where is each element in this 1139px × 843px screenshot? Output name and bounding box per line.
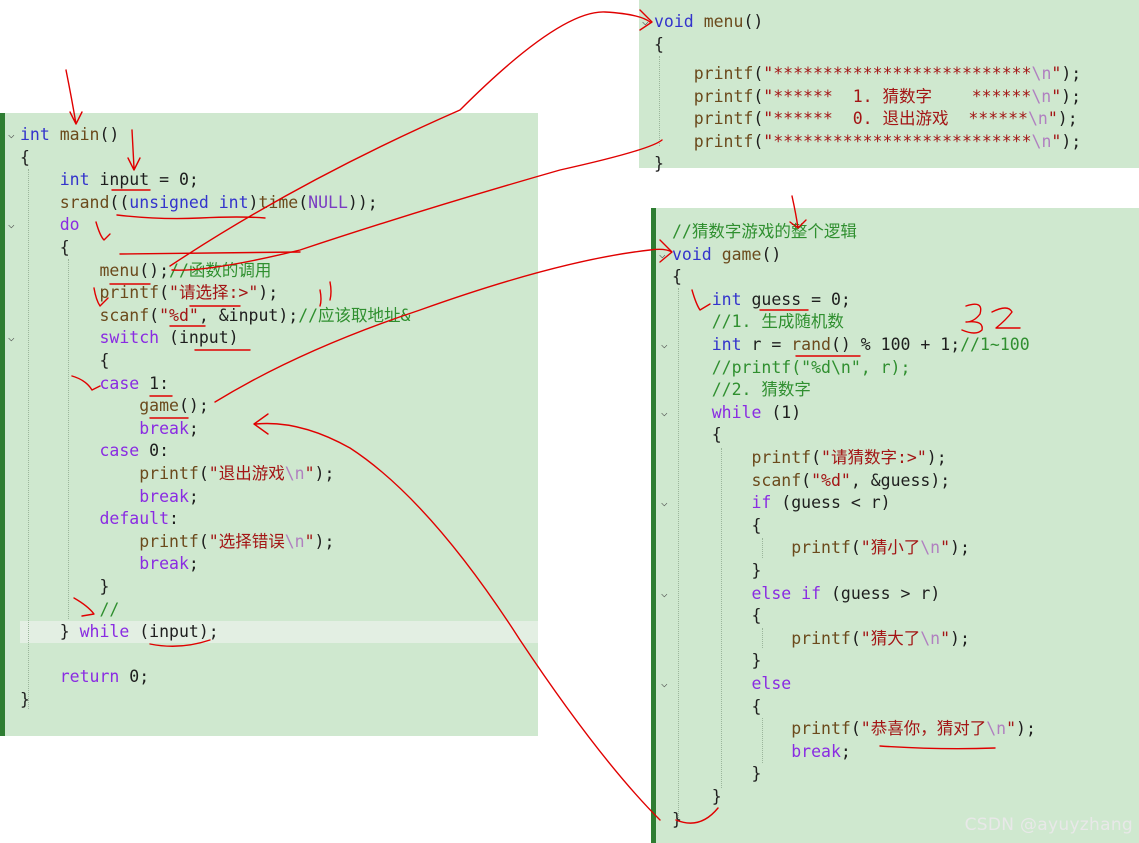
- fold-chevron-icon[interactable]: ⌵: [8, 327, 15, 349]
- game-code-panel: //猜数字游戏的整个逻辑 void game() { int guess = 0…: [651, 208, 1139, 843]
- code-line[interactable]: break;: [20, 486, 538, 508]
- code-line[interactable]: {: [672, 424, 1139, 446]
- fold-chevron-icon[interactable]: ⌵: [659, 244, 666, 266]
- code-line[interactable]: }: [672, 786, 1139, 808]
- code-line[interactable]: }: [20, 689, 538, 711]
- fold-chevron-icon[interactable]: ⌵: [8, 214, 15, 236]
- indent-guide: [762, 538, 763, 558]
- code-line[interactable]: printf("请猜数字:>");: [672, 447, 1139, 469]
- fold-chevron-icon[interactable]: ⌵: [661, 673, 668, 695]
- indent-guide: [762, 718, 763, 763]
- code-line[interactable]: int main(): [20, 124, 538, 146]
- code-line[interactable]: //2. 猜数字: [672, 379, 1139, 401]
- code-line[interactable]: {: [672, 605, 1139, 627]
- code-line[interactable]: while (1): [672, 402, 1139, 424]
- code-line[interactable]: int guess = 0;: [672, 289, 1139, 311]
- code-line[interactable]: case 0:: [20, 440, 538, 462]
- code-line[interactable]: printf("退出游戏\n");: [20, 463, 538, 485]
- code-line[interactable]: }: [654, 153, 1139, 175]
- indent-guide: [721, 448, 722, 788]
- code-line[interactable]: return 0;: [20, 666, 538, 688]
- fold-chevron-icon[interactable]: ⌵: [661, 334, 668, 356]
- code-line[interactable]: printf("****** 0. 退出游戏 ******\n");: [654, 108, 1139, 130]
- indent-guide: [762, 628, 763, 648]
- code-line[interactable]: if (guess < r): [672, 492, 1139, 514]
- code-line[interactable]: {: [654, 34, 1139, 56]
- change-bar: [651, 208, 656, 843]
- code-line[interactable]: scanf("%d", &input);//应该取地址&: [20, 305, 538, 327]
- code-line[interactable]: printf("猜小了\n");: [672, 537, 1139, 559]
- code-line[interactable]: printf("恭喜你，猜对了\n");: [672, 718, 1139, 740]
- indent-guide: [678, 288, 679, 818]
- code-line[interactable]: //猜数字游戏的整个逻辑: [672, 221, 1139, 243]
- change-bar: [0, 113, 5, 736]
- code-line[interactable]: {: [672, 515, 1139, 537]
- fold-chevron-icon[interactable]: ⌵: [661, 583, 668, 605]
- code-line[interactable]: default:: [20, 508, 538, 530]
- code-line[interactable]: else if (guess > r): [672, 583, 1139, 605]
- code-line[interactable]: printf("**************************\n");: [654, 131, 1139, 153]
- code-line-current[interactable]: } while (input);: [20, 621, 538, 644]
- fold-chevron-icon[interactable]: ⌵: [642, 11, 649, 33]
- fold-chevron-icon[interactable]: ⌵: [661, 402, 668, 424]
- code-line[interactable]: }: [672, 560, 1139, 582]
- fold-chevron-icon[interactable]: ⌵: [661, 492, 668, 514]
- code-line[interactable]: int input = 0;: [20, 169, 538, 191]
- code-line[interactable]: {: [672, 266, 1139, 288]
- code-line[interactable]: void menu(): [654, 11, 1139, 33]
- code-line[interactable]: }: [672, 763, 1139, 785]
- main-code-panel: int main() { int input = 0; srand((unsig…: [0, 113, 538, 736]
- code-line[interactable]: {: [20, 237, 538, 259]
- code-line[interactable]: srand((unsigned int)time(NULL));: [20, 192, 538, 214]
- indent-guide: [659, 56, 660, 146]
- code-line[interactable]: [20, 644, 538, 666]
- indent-guide: [28, 169, 29, 709]
- menu-code-panel: void menu() { printf("******************…: [639, 0, 1139, 173]
- fold-chevron-icon[interactable]: ⌵: [8, 124, 15, 146]
- code-line[interactable]: }: [20, 576, 538, 598]
- code-line[interactable]: game();: [20, 395, 538, 417]
- code-line[interactable]: scanf("%d", &guess);: [672, 470, 1139, 492]
- indent-guide: [68, 259, 69, 619]
- code-line[interactable]: printf("选择错误\n");: [20, 531, 538, 553]
- code-line[interactable]: //printf("%d\n", r);: [672, 357, 1139, 379]
- code-line[interactable]: menu();//函数的调用: [20, 260, 538, 282]
- code-line[interactable]: int r = rand() % 100 + 1;//1~100: [672, 334, 1139, 356]
- code-line[interactable]: break;: [672, 741, 1139, 763]
- code-line[interactable]: void game(): [672, 244, 1139, 266]
- code-line[interactable]: printf("猜大了\n");: [672, 628, 1139, 650]
- code-line[interactable]: printf("****** 1. 猜数字 ******\n");: [654, 86, 1139, 108]
- watermark: CSDN @ayuyzhang: [964, 815, 1133, 835]
- code-line[interactable]: {: [672, 696, 1139, 718]
- code-line[interactable]: case 1:: [20, 373, 538, 395]
- code-line[interactable]: do: [20, 214, 538, 236]
- code-line[interactable]: printf("请选择:>");: [20, 282, 538, 304]
- code-line[interactable]: break;: [20, 418, 538, 440]
- code-line[interactable]: {: [20, 350, 538, 372]
- code-line[interactable]: }: [672, 650, 1139, 672]
- code-line[interactable]: else: [672, 673, 1139, 695]
- code-line[interactable]: //1. 生成随机数: [672, 311, 1139, 333]
- code-line[interactable]: //: [20, 599, 538, 621]
- code-line[interactable]: {: [20, 147, 538, 169]
- code-line[interactable]: printf("**************************\n");: [654, 63, 1139, 85]
- code-line[interactable]: switch (input): [20, 327, 538, 349]
- code-line[interactable]: break;: [20, 553, 538, 575]
